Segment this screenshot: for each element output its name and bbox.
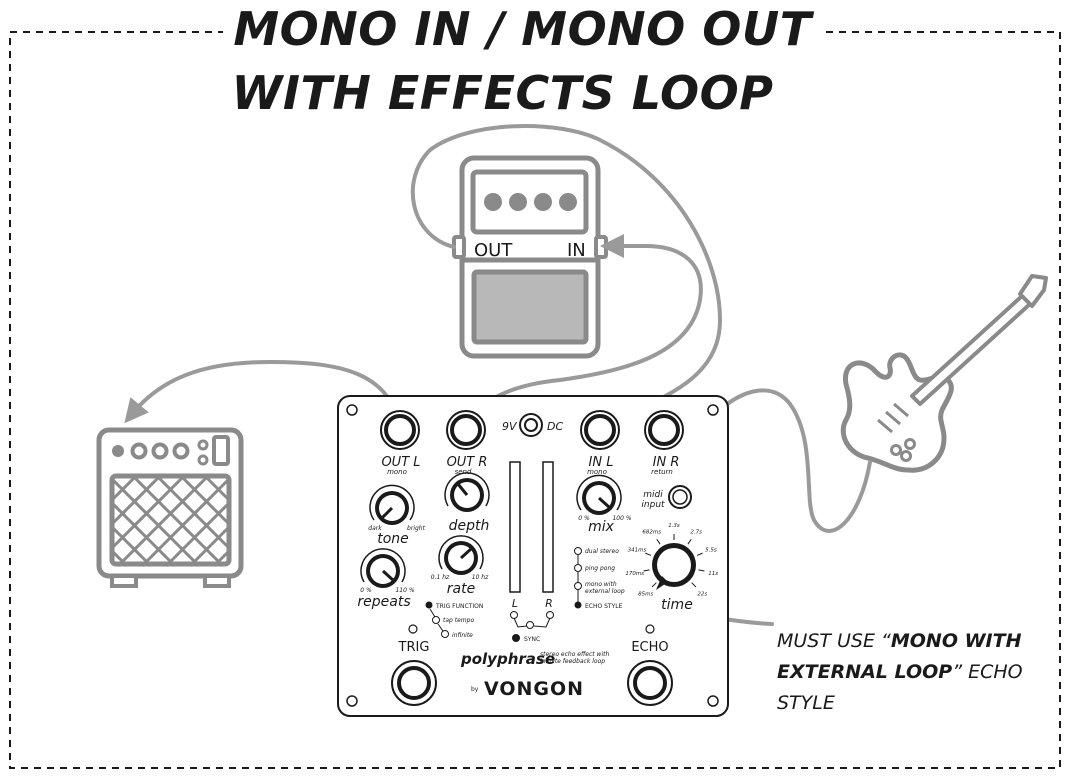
mix-label: mix [588, 519, 615, 535]
echo-option-mono-with: mono with [585, 581, 617, 588]
trig-function-led [441, 630, 449, 638]
rate-label: rate [447, 581, 475, 597]
note-line-2-post: ” ECHO [952, 661, 1023, 683]
time-mark-label: 22s [697, 591, 707, 597]
time-mark-label: 682ms [642, 530, 661, 536]
meter-left-label: L [512, 597, 518, 610]
meter-left [509, 461, 521, 593]
echo-style-led [574, 564, 582, 572]
midi-jack[interactable] [668, 485, 692, 509]
note-line-1-bold: MONO WITH [890, 630, 1022, 652]
depth-label: depth [449, 518, 490, 534]
jack-out-l-sublabel: mono [387, 468, 407, 476]
time-mark-label: 5.5s [705, 548, 717, 554]
echo-option-external-loop: external loop [585, 588, 625, 595]
title-line-2: WITH EFFECTS LOOP [231, 66, 774, 120]
note-line-2: EXTERNAL LOOP” ECHO [777, 657, 1047, 688]
jack-out-r[interactable] [446, 410, 486, 450]
time-mark-label: 85ms [638, 591, 653, 597]
meter-right [542, 461, 554, 593]
power-9v-label: 9V [502, 420, 518, 433]
power-dc-label: DC [547, 420, 563, 433]
note-line-1-pre: MUST USE “ [777, 630, 891, 652]
echo-option-dual-stereo: dual stereo [585, 548, 619, 555]
repeats-min-label: 0 % [360, 587, 372, 594]
time-mark-label: 2.7s [690, 530, 702, 536]
note-line-3: STYLE [777, 692, 835, 714]
power-jack[interactable] [519, 413, 543, 437]
tone-max-label: bright [407, 525, 426, 532]
echo-style-led [574, 582, 582, 590]
echo-led [645, 624, 655, 634]
trig-option-tap-tempo: tap tempo [443, 617, 474, 624]
time-mark-label: 170ms [625, 571, 644, 577]
sync-led [512, 634, 520, 642]
title-line-1: MONO IN / MONO OUT [0, 2, 1055, 56]
amp-input-jack [112, 445, 124, 457]
pedal-out-label: OUT [474, 240, 513, 261]
echo-style-led-active [574, 601, 582, 609]
trig-label: TRIG [398, 640, 430, 655]
time-mark-label: 1.3s [668, 523, 680, 529]
jack-out-l[interactable] [380, 410, 420, 450]
trig-function-led-active [425, 601, 433, 609]
brand-logo: VONGON [484, 678, 584, 700]
trig-footswitch[interactable] [391, 660, 437, 706]
echo-label: ECHO [631, 640, 668, 655]
time-mark-label: 11s [708, 571, 718, 577]
guitar [840, 274, 1048, 473]
note-line-1: MUST USE “MONO WITH [777, 626, 1047, 657]
screw [707, 695, 719, 707]
jack-in-r-sublabel: return [651, 468, 673, 476]
trig-led [408, 624, 418, 634]
brand-by: by [471, 686, 479, 693]
echo-footswitch[interactable] [627, 660, 673, 706]
screw [346, 695, 358, 707]
product-tagline-2: infinite feedback loop [540, 658, 605, 665]
midi-label-2: input [641, 500, 665, 510]
trig-option-infinite: infinite [452, 632, 473, 639]
product-tagline-1: stereo echo effect with [540, 651, 609, 658]
sync-label: SYNC [524, 636, 540, 643]
pedal-in-label: IN [567, 240, 586, 261]
midi-label-1: midi [643, 490, 663, 500]
trig-function-title: TRIG FUNCTION [435, 603, 483, 610]
repeats-label: repeats [357, 594, 410, 610]
screw [707, 404, 719, 416]
effects-pedal: OUT IN [452, 155, 608, 359]
jack-in-l[interactable] [580, 410, 620, 450]
pedal-input-jack [594, 235, 608, 259]
rate-max-label: 10 hz [472, 574, 489, 581]
amplifier [96, 427, 244, 588]
title-line-1-text: MONO IN / MONO OUT [223, 2, 822, 56]
tone-label: tone [377, 531, 409, 547]
repeats-max-label: 110 % [395, 587, 414, 594]
echo-style-note: MUST USE “MONO WITH EXTERNAL LOOP” ECHO … [777, 626, 1047, 719]
rate-min-label: 0.1 hz [431, 574, 450, 581]
time-mark-label: 341ms [628, 548, 647, 554]
mix-max-label: 100 % [612, 515, 631, 522]
echo-option-ping-pong: ping pong [584, 565, 615, 572]
polyphrase-device: 9V DC OUT L mono OUT R send IN L mono IN… [337, 395, 729, 717]
echo-style-title: ECHO STYLE [585, 603, 623, 610]
screw [346, 404, 358, 416]
meter-right-label: R [545, 597, 553, 610]
time-label: time [661, 597, 693, 613]
jack-in-r[interactable] [644, 410, 684, 450]
note-line-2-bold: EXTERNAL LOOP [777, 661, 953, 683]
trig-function-led [432, 616, 440, 624]
echo-style-led [574, 547, 582, 555]
